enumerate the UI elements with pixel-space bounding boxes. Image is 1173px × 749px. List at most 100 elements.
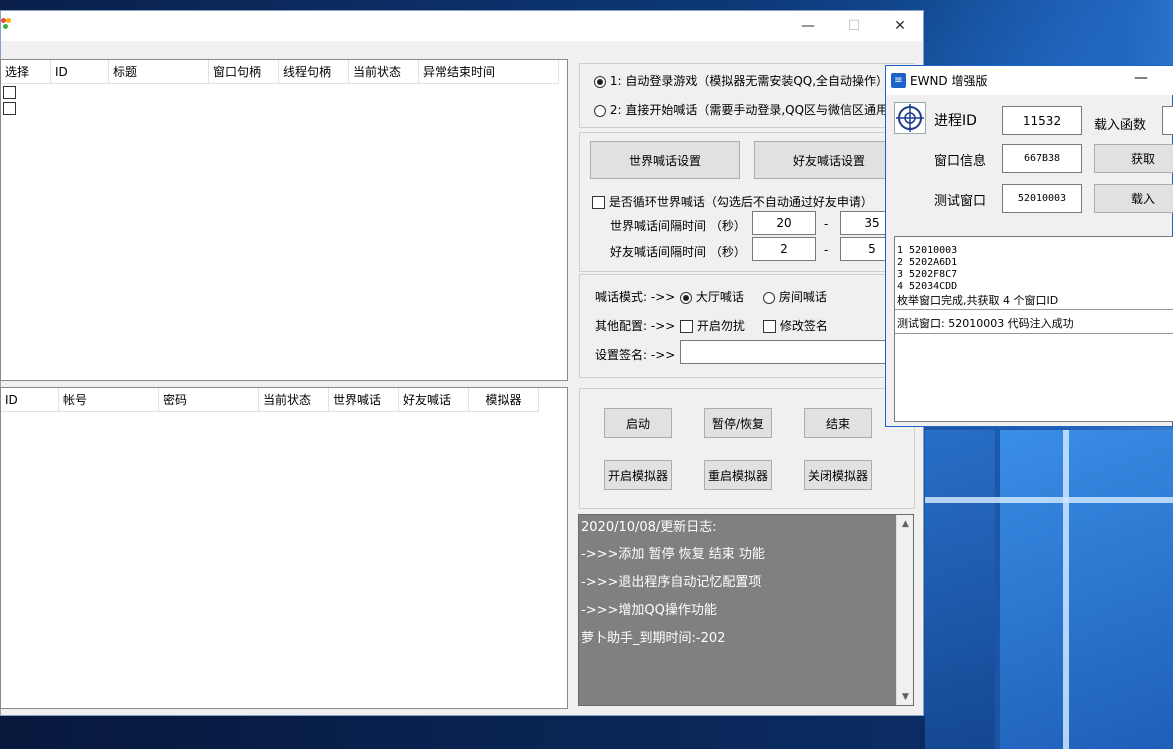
range-dash: -: [824, 243, 829, 257]
stop-button[interactable]: 结束: [804, 408, 872, 438]
column-header[interactable]: 帐号: [59, 388, 159, 412]
world-interval-min-input[interactable]: 20: [752, 211, 816, 235]
log-line: ->>>添加 暂停 恢复 结束 功能: [581, 547, 765, 562]
app-logo-icon: [1, 18, 13, 32]
row-checkbox[interactable]: [3, 86, 16, 99]
desktop-wallpaper-bar: [1063, 430, 1069, 749]
pid-input[interactable]: 11532: [1002, 106, 1082, 135]
column-header[interactable]: ID: [1, 388, 59, 412]
modify-signature-option[interactable]: 修改签名: [763, 317, 828, 334]
window-info-input[interactable]: 667B38: [1002, 144, 1082, 173]
do-not-disturb-option[interactable]: 开启勿扰: [680, 317, 745, 334]
column-header[interactable]: 当前状态: [259, 388, 329, 412]
desktop-wallpaper-pane: [1000, 430, 1173, 749]
close-emulator-button[interactable]: 关闭模拟器: [804, 460, 872, 490]
log-line: 2020/10/08/更新日志:: [581, 520, 717, 535]
desktop-wallpaper-bar: [925, 497, 1173, 503]
load-button[interactable]: 载入: [1094, 184, 1173, 213]
get-button[interactable]: 获取: [1094, 144, 1173, 173]
ewnd-title: EWND 增强版: [910, 74, 988, 88]
column-header[interactable]: 世界喊话: [329, 388, 399, 412]
grid-header: 选择 ID 标题 窗口句柄 线程句柄 当前状态 异常结束时间: [1, 60, 559, 84]
column-header[interactable]: 标题: [109, 60, 209, 84]
shout-settings-group: 世界喊话设置 好友喊话设置 是否循环世界喊话（勾选后不自动通过好友申请） 世界喊…: [579, 132, 915, 272]
friend-interval-min-input[interactable]: 2: [752, 237, 816, 261]
desktop-wallpaper-bottom: [0, 716, 925, 749]
column-header[interactable]: ID: [51, 60, 109, 84]
radio-icon[interactable]: [680, 291, 692, 304]
friend-interval-label: 好友喊话间隔时间 （秒）: [610, 245, 746, 259]
open-emulator-button[interactable]: 开启模拟器: [604, 460, 672, 490]
column-header[interactable]: 窗口句柄: [209, 60, 279, 84]
update-log[interactable]: 2020/10/08/更新日志: ->>>添加 暂停 恢复 结束 功能 ->>>…: [578, 514, 914, 706]
window-info-label: 窗口信息: [934, 154, 987, 169]
desktop-wallpaper-pane: [925, 430, 995, 749]
restart-emulator-button[interactable]: 重启模拟器: [704, 460, 772, 490]
output-list[interactable]: 1 52010003 2 5202A6D1 3 5202F8C7 4 52034…: [894, 236, 1173, 422]
mode-option-2[interactable]: 2: 直接开始喊话（需要手动登录,QQ区与微信区通用: [594, 101, 888, 118]
column-header[interactable]: 当前状态: [349, 60, 419, 84]
range-dash: -: [824, 217, 829, 231]
friend-shout-settings-button[interactable]: 好友喊话设置: [754, 141, 904, 179]
column-header[interactable]: 选择: [1, 60, 51, 84]
loop-world-shout-option[interactable]: 是否循环世界喊话（勾选后不自动通过好友申请）: [592, 193, 873, 210]
list-item: 4 52034CDD: [897, 281, 958, 292]
mode-option-1[interactable]: 1: 自动登录游戏（模拟器无需安装QQ,全自动操作）: [594, 72, 888, 89]
ewnd-logo-icon: ≡: [891, 73, 906, 88]
checkbox[interactable]: [763, 320, 776, 333]
maximize-icon[interactable]: ☐: [831, 11, 877, 41]
room-shout-option[interactable]: 房间喊话: [763, 288, 827, 305]
column-header[interactable]: 密码: [159, 388, 259, 412]
list-item: 枚举窗口完成,共获取 4 个窗口ID: [897, 294, 1059, 307]
column-header[interactable]: 模拟器: [469, 388, 539, 412]
scroll-up-icon[interactable]: ▲: [897, 515, 914, 532]
lobby-shout-option[interactable]: 大厅喊话: [680, 288, 744, 305]
divider: [895, 333, 1173, 334]
checkbox[interactable]: [680, 320, 693, 333]
list-item: 测试窗口: 52010003 代码注入成功: [897, 317, 1074, 330]
mode-group: 1: 自动登录游戏（模拟器无需安装QQ,全自动操作） 2: 直接开始喊话（需要手…: [579, 63, 915, 128]
grid-header: ID 帐号 密码 当前状态 世界喊话 好友喊话 模拟器: [1, 388, 539, 412]
log-line: ->>>退出程序自动记忆配置项: [581, 575, 762, 590]
divider: [895, 309, 1173, 310]
minimize-icon[interactable]: —: [1134, 70, 1148, 86]
pid-label: 进程ID: [934, 113, 977, 129]
world-interval-label: 世界喊话间隔时间 （秒）: [610, 219, 746, 233]
scroll-down-icon[interactable]: ▼: [897, 688, 914, 705]
radio-icon[interactable]: [594, 75, 606, 88]
list-item: 3 5202F8C7: [897, 269, 958, 280]
column-header[interactable]: 好友喊话: [399, 388, 469, 412]
signature-input[interactable]: [680, 340, 910, 364]
world-shout-settings-button[interactable]: 世界喊话设置: [590, 141, 740, 179]
radio-icon[interactable]: [594, 104, 606, 117]
log-line: ->>>增加QQ操作功能: [581, 603, 717, 618]
test-window-label: 测试窗口: [934, 194, 987, 209]
radio-icon[interactable]: [763, 291, 775, 304]
scrollbar[interactable]: ▲ ▼: [896, 515, 913, 705]
checkbox[interactable]: [592, 196, 605, 209]
log-line: 萝卜助手_到期时间:-202: [581, 631, 726, 646]
account-grid[interactable]: ID 帐号 密码 当前状态 世界喊话 好友喊话 模拟器: [0, 387, 568, 709]
title-bar[interactable]: — ☐ ✕: [1, 11, 923, 41]
column-header[interactable]: 线程句柄: [279, 60, 349, 84]
close-icon[interactable]: ✕: [877, 11, 923, 41]
minimize-icon[interactable]: —: [785, 11, 831, 41]
other-config-label: 其他配置: ->>: [595, 319, 676, 333]
ewnd-window: ≡ EWND 增强版 — 进程ID 11532 载入函数 窗口信息 667B38…: [885, 65, 1173, 427]
ewnd-title-bar[interactable]: ≡ EWND 增强版 —: [886, 66, 1173, 95]
test-window-input[interactable]: 52010003: [1002, 184, 1082, 213]
column-header[interactable]: 异常结束时间: [419, 60, 559, 84]
load-function-label: 载入函数: [1094, 118, 1147, 133]
start-button[interactable]: 启动: [604, 408, 672, 438]
window-list-grid[interactable]: 选择 ID 标题 窗口句柄 线程句柄 当前状态 异常结束时间: [0, 59, 568, 381]
control-group: 启动 暂停/恢复 结束 开启模拟器 重启模拟器 关闭模拟器: [579, 388, 915, 509]
crosshair-target-icon[interactable]: [894, 102, 926, 134]
pause-resume-button[interactable]: 暂停/恢复: [704, 408, 772, 438]
list-item: 1 52010003: [897, 245, 958, 256]
row-checkbox[interactable]: [3, 102, 16, 115]
shout-mode-label: 喊话模式: ->>: [595, 290, 676, 304]
list-item: 2 5202A6D1: [897, 257, 958, 268]
config-group: 喊话模式: ->> 大厅喊话 房间喊话 其他配置: ->> 开启勿扰 修改签名 …: [579, 274, 915, 378]
load-function-input[interactable]: [1162, 106, 1173, 135]
set-signature-label: 设置签名: ->>: [595, 348, 676, 362]
